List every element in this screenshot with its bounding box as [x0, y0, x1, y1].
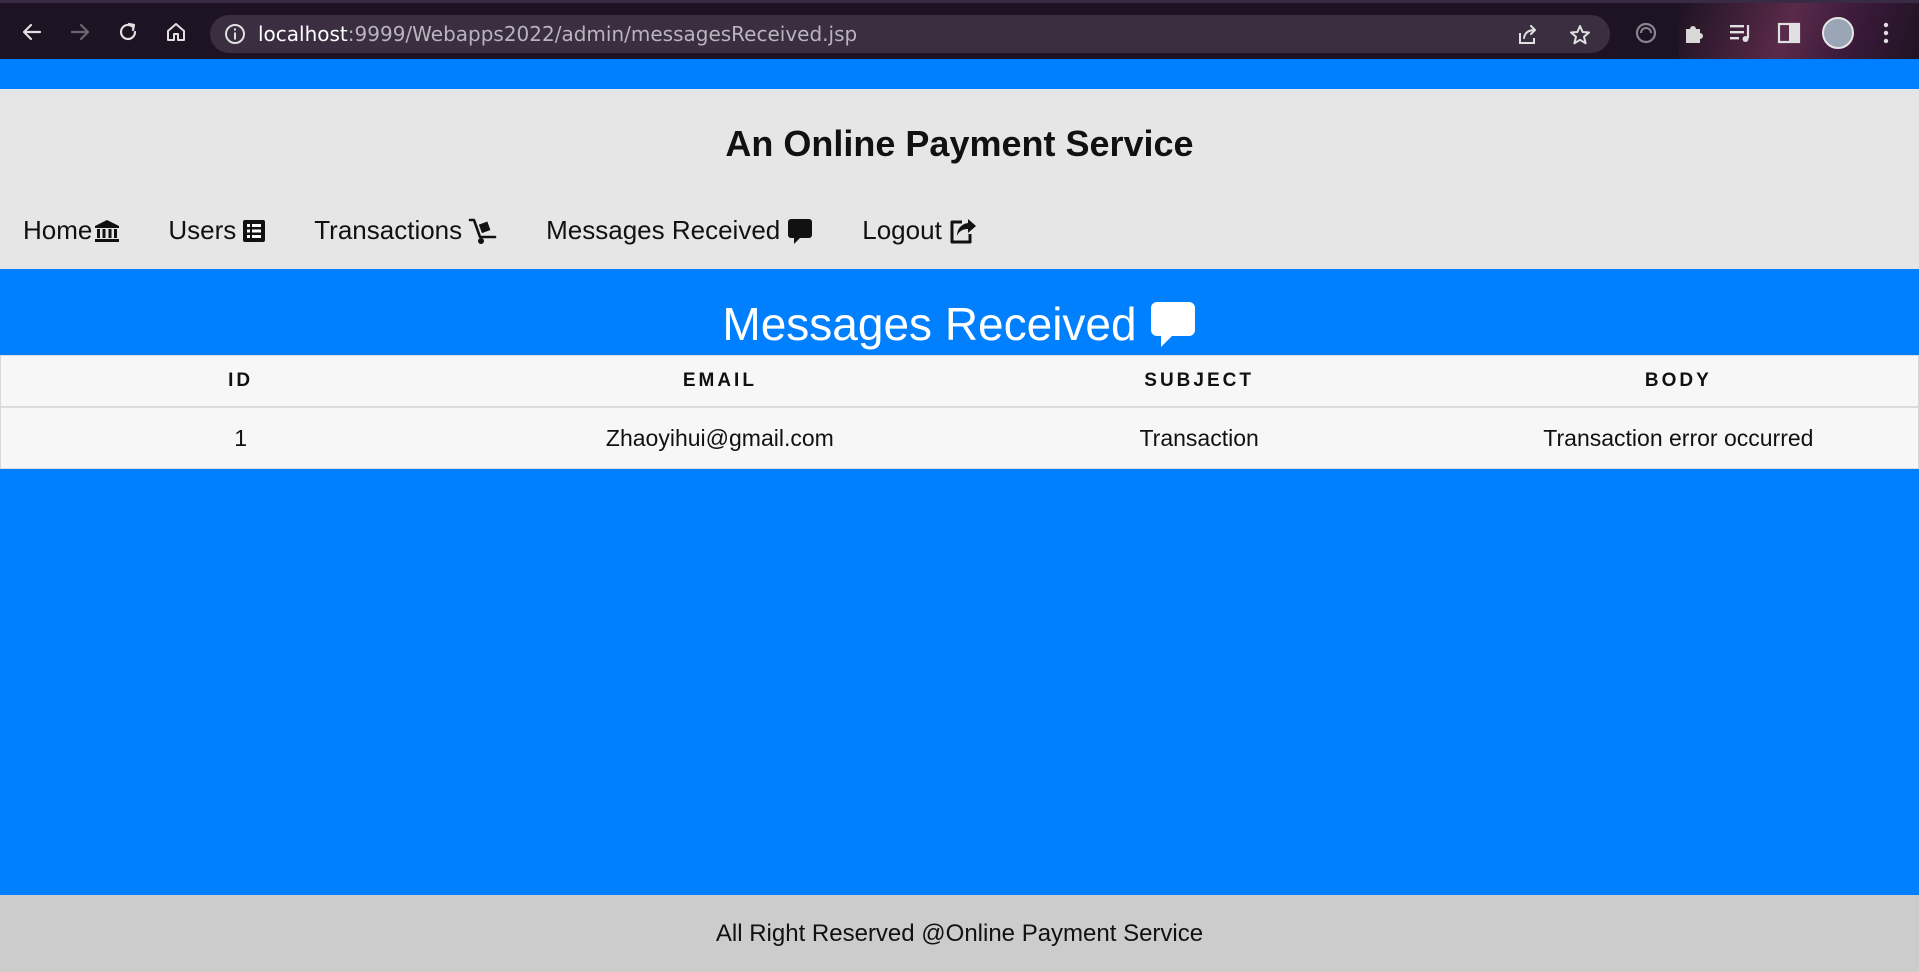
nav-item-logout[interactable]: Logout [862, 215, 978, 246]
home-icon [167, 23, 185, 41]
reload-button[interactable] [113, 17, 143, 47]
nav-item-label: Logout [862, 215, 942, 245]
nav-item-label: Home [23, 215, 93, 245]
arrow-right-icon [70, 23, 90, 41]
nav-item-home[interactable]: Home [23, 215, 120, 246]
extensions-icon[interactable] [1680, 19, 1708, 47]
dolly-icon [468, 218, 497, 244]
nav-item-users[interactable]: Users [168, 215, 266, 246]
column-header-subject: SUBJECT [1144, 370, 1254, 391]
media-control-icon[interactable] [1727, 19, 1755, 47]
bank-icon [95, 219, 120, 242]
main-nav: Home Users Transactions Messages Receive… [23, 215, 1026, 246]
back-button[interactable] [17, 17, 47, 47]
messages-table: ID EMAIL SUBJECT BODY 1 Zhaoyihui@gmail.… [0, 355, 1919, 469]
arrow-left-icon [22, 23, 42, 41]
list-icon [243, 219, 266, 242]
table-row: 1 Zhaoyihui@gmail.com Transaction Transa… [1, 408, 1918, 468]
nav-item-messages-received[interactable]: Messages Received [546, 215, 814, 246]
nav-item-label: Users [168, 215, 237, 245]
site-header: An Online Payment Service Home Users Tra… [0, 89, 1919, 269]
comment-icon [788, 218, 813, 244]
reload-icon [119, 22, 137, 41]
info-icon[interactable] [224, 23, 246, 45]
cell-email: Zhaoyihui@gmail.com [605, 424, 834, 451]
home-button[interactable] [161, 17, 191, 47]
cell-body: Transaction error occurred [1543, 424, 1814, 451]
page-body: An Online Payment Service Home Users Tra… [0, 59, 1919, 972]
column-header-body: BODY [1644, 370, 1712, 391]
url-path: :9999/Webapps2022/admin/messagesReceived… [347, 22, 858, 46]
column-header-id: ID [228, 370, 254, 391]
side-panel-icon[interactable] [1775, 19, 1803, 47]
nav-item-label: Transactions [314, 215, 463, 245]
section-title-text: Messages Received [722, 298, 1137, 350]
site-title: An Online Payment Service [725, 123, 1194, 164]
nav-item-transactions[interactable]: Transactions [314, 215, 498, 246]
column-header-email: EMAIL [682, 370, 757, 391]
share-page-icon[interactable] [1516, 23, 1540, 47]
browser-toolbar: localhost:9999/Webapps2022/admin/message… [0, 0, 1919, 62]
address-bar[interactable]: localhost:9999/Webapps2022/admin/message… [210, 15, 1610, 53]
cell-subject: Transaction [1139, 424, 1259, 451]
comment-icon [1150, 302, 1195, 347]
browser-menu-icon[interactable] [1872, 19, 1900, 47]
section-title: Messages Received [0, 297, 1919, 351]
share-icon [950, 218, 976, 243]
profile-avatar[interactable] [1822, 17, 1854, 49]
sync-icon[interactable] [1632, 19, 1660, 47]
table-header-row: ID EMAIL SUBJECT BODY [1, 356, 1918, 408]
footer-text: All Right Reserved @Online Payment Servi… [715, 919, 1204, 947]
url-host: localhost [258, 22, 348, 46]
cell-id: 1 [234, 424, 248, 451]
forward-button[interactable] [65, 17, 95, 47]
site-footer: All Right Reserved @Online Payment Servi… [0, 895, 1919, 972]
nav-item-label: Messages Received [546, 215, 781, 245]
bookmark-star-icon[interactable] [1568, 23, 1592, 47]
